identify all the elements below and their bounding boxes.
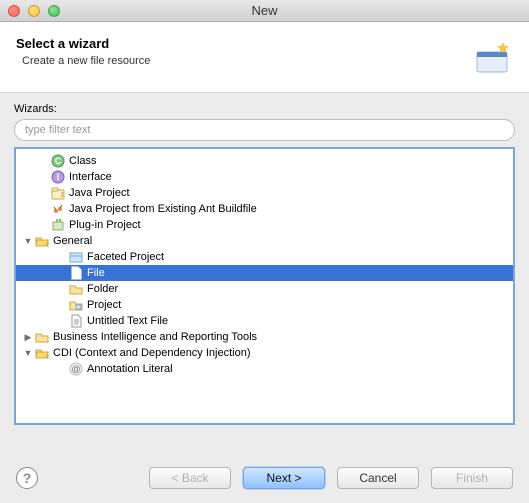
svg-text:C: C [55, 156, 62, 166]
tree-item[interactable]: ▼ General [16, 233, 513, 249]
tree-item[interactable]: Java Project from Existing Ant Buildfile [16, 201, 513, 217]
tree-item[interactable]: File [16, 265, 513, 281]
tree-item[interactable]: ▶ Business Intelligence and Reporting Too… [16, 329, 513, 345]
class-icon: C [50, 153, 66, 169]
titlebar: New [0, 0, 529, 22]
faceted-icon [68, 249, 84, 265]
page-title: Select a wizard [16, 36, 150, 51]
java-project-icon: J [50, 185, 66, 201]
tree-item[interactable]: C Class [16, 153, 513, 169]
file-icon [68, 265, 84, 281]
plugin-icon [50, 217, 66, 233]
tree-item[interactable]: Plug-in Project [16, 217, 513, 233]
tree-item-label: Annotation Literal [87, 363, 173, 375]
disclosure-icon[interactable]: ▼ [22, 236, 34, 246]
wizard-banner-icon [471, 36, 513, 78]
wizards-label: Wizards: [14, 103, 515, 115]
window-title: New [0, 3, 529, 18]
annotation-icon: @ [68, 361, 84, 377]
footer: ? < Back Next > Cancel Finish [0, 453, 529, 503]
tree-item-label: Plug-in Project [69, 219, 141, 231]
folder-icon [68, 281, 84, 297]
tree-item-label: File [87, 267, 105, 279]
text-file-icon [68, 313, 84, 329]
back-button[interactable]: < Back [149, 467, 231, 489]
svg-text:I: I [57, 172, 60, 182]
tree-item[interactable]: @ Annotation Literal [16, 361, 513, 377]
disclosure-icon[interactable]: ▶ [22, 332, 34, 343]
tree-item-label: General [53, 235, 92, 247]
svg-text:J: J [60, 192, 64, 199]
tree-item[interactable]: Project [16, 297, 513, 313]
svg-text:@: @ [71, 364, 80, 374]
close-window-button[interactable] [8, 5, 20, 17]
ant-icon [50, 201, 66, 217]
tree-item-label: Java Project from Existing Ant Buildfile [69, 203, 257, 215]
tree-item[interactable]: Untitled Text File [16, 313, 513, 329]
folder-open-icon [34, 233, 50, 249]
tree-item[interactable]: ▼ CDI (Context and Dependency Injection) [16, 345, 513, 361]
finish-button[interactable]: Finish [431, 467, 513, 489]
cancel-button[interactable]: Cancel [337, 467, 419, 489]
folder-icon [34, 329, 50, 345]
tree-item[interactable]: Folder [16, 281, 513, 297]
zoom-window-button[interactable] [48, 5, 60, 17]
tree-item-label: Untitled Text File [87, 315, 168, 327]
page-subtitle: Create a new file resource [22, 55, 150, 67]
tree-item[interactable]: Faceted Project [16, 249, 513, 265]
wizard-tree[interactable]: C Class I Interface J Java Project Java Projec… [14, 147, 515, 425]
filter-input[interactable] [14, 119, 515, 141]
wizard-header: Select a wizard Create a new file resour… [0, 22, 529, 93]
tree-item-label: CDI (Context and Dependency Injection) [53, 347, 251, 359]
tree-item-label: Business Intelligence and Reporting Tool… [53, 331, 257, 343]
tree-item-label: Java Project [69, 187, 130, 199]
tree-item-label: Class [69, 155, 97, 167]
tree-item-label: Folder [87, 283, 118, 295]
help-button[interactable]: ? [16, 467, 38, 489]
tree-item[interactable]: J Java Project [16, 185, 513, 201]
tree-item-label: Faceted Project [87, 251, 164, 263]
tree-item-label: Interface [69, 171, 112, 183]
next-button[interactable]: Next > [243, 467, 325, 489]
minimize-window-button[interactable] [28, 5, 40, 17]
tree-item[interactable]: I Interface [16, 169, 513, 185]
folder-open-icon [34, 345, 50, 361]
disclosure-icon[interactable]: ▼ [22, 348, 34, 358]
project-icon [68, 297, 84, 313]
traffic-lights [8, 5, 60, 17]
tree-item-label: Project [87, 299, 121, 311]
interface-icon: I [50, 169, 66, 185]
